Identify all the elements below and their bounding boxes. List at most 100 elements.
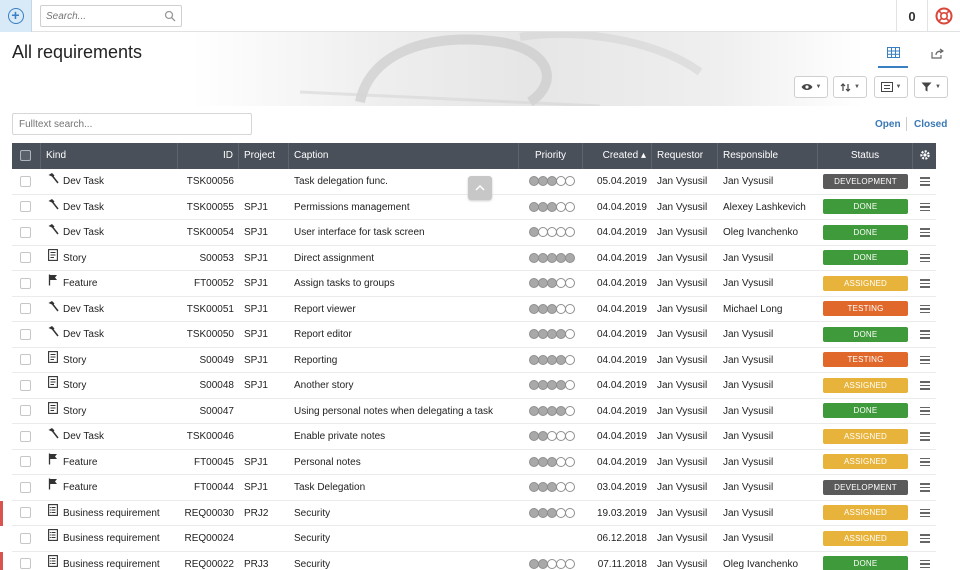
id-cell[interactable]: S00053 — [178, 246, 239, 271]
column-settings[interactable] — [913, 143, 936, 169]
caption-cell[interactable]: Report editor — [289, 322, 519, 347]
row-checkbox[interactable] — [20, 430, 31, 442]
column-caption[interactable]: Caption — [289, 143, 519, 169]
hamburger-menu-icon[interactable] — [919, 277, 930, 290]
row-checkbox[interactable] — [20, 507, 31, 519]
caption-cell[interactable]: Direct assignment — [289, 246, 519, 271]
row-checkbox[interactable] — [20, 558, 31, 570]
caption-cell[interactable]: Reporting — [289, 348, 519, 373]
caption-cell[interactable]: Another story — [289, 373, 519, 398]
table-row[interactable]: Business requirement REQ00024 Security 06.1… — [12, 526, 936, 552]
help-button[interactable] — [928, 0, 960, 32]
table-row[interactable]: Feature FT00044 SPJ1 Task Delegation 03.04.2… — [12, 475, 936, 501]
hamburger-menu-icon[interactable] — [919, 379, 930, 392]
row-checkbox[interactable] — [20, 532, 31, 544]
hamburger-menu-icon[interactable] — [919, 507, 930, 520]
scroll-to-top-button[interactable] — [468, 176, 492, 200]
column-project[interactable]: Project — [239, 143, 289, 169]
table-row[interactable]: Dev Task TSK00046 Enable private notes 04.0… — [12, 424, 936, 450]
filter-open-link[interactable]: Open — [875, 119, 901, 130]
hamburger-menu-icon[interactable] — [919, 226, 930, 239]
id-cell[interactable]: FT00045 — [178, 450, 239, 475]
row-checkbox[interactable] — [20, 456, 31, 468]
hamburger-menu-icon[interactable] — [919, 430, 930, 443]
id-cell[interactable]: REQ00022 — [178, 552, 239, 570]
table-row[interactable]: Feature FT00045 SPJ1 Personal notes 04.04.20… — [12, 449, 936, 475]
caption-cell[interactable]: Personal notes — [289, 450, 519, 475]
filter-closed-link[interactable]: Closed — [914, 119, 947, 130]
sort-button[interactable]: ▼ — [833, 76, 867, 98]
id-cell[interactable]: TSK00056 — [178, 169, 239, 194]
id-cell[interactable]: S00048 — [178, 373, 239, 398]
id-cell[interactable]: REQ00024 — [178, 526, 239, 551]
table-row[interactable]: Story S00047 Using personal notes when del… — [12, 398, 936, 424]
row-checkbox[interactable] — [20, 405, 31, 417]
notification-counter[interactable]: 0 — [896, 0, 928, 32]
id-cell[interactable]: TSK00055 — [178, 195, 239, 220]
table-row[interactable]: Story S00049 SPJ1 Reporting 04.04.2019 Jan Vy… — [12, 347, 936, 373]
column-id[interactable]: ID — [178, 143, 239, 169]
search-input[interactable] — [41, 6, 159, 26]
caption-cell[interactable]: User interface for task screen — [289, 220, 519, 245]
hamburger-menu-icon[interactable] — [919, 328, 930, 341]
column-status[interactable]: Status — [818, 143, 913, 169]
hamburger-menu-icon[interactable] — [919, 252, 930, 265]
hamburger-menu-icon[interactable] — [919, 456, 930, 469]
row-checkbox[interactable] — [20, 277, 31, 289]
column-created[interactable]: Created ▴ — [583, 143, 652, 169]
row-checkbox[interactable] — [20, 201, 31, 213]
filter-button[interactable]: ▼ — [914, 76, 948, 98]
table-row[interactable]: Dev Task TSK00054 SPJ1 User interface for t… — [12, 220, 936, 246]
id-cell[interactable]: S00047 — [178, 399, 239, 424]
hamburger-menu-icon[interactable] — [919, 532, 930, 545]
column-priority[interactable]: Priority — [519, 143, 583, 169]
hamburger-menu-icon[interactable] — [919, 354, 930, 367]
select-all-checkbox[interactable] — [20, 149, 31, 161]
id-cell[interactable]: TSK00051 — [178, 297, 239, 322]
table-row[interactable]: Dev Task TSK00051 SPJ1 Report viewer 04.04.2… — [12, 296, 936, 322]
caption-cell[interactable]: Report viewer — [289, 297, 519, 322]
layout-button[interactable]: ▼ — [874, 76, 908, 98]
row-checkbox[interactable] — [20, 328, 31, 340]
id-cell[interactable]: TSK00050 — [178, 322, 239, 347]
table-row[interactable]: Dev Task TSK00050 SPJ1 Report editor 04.04.2… — [12, 322, 936, 348]
hamburger-menu-icon[interactable] — [919, 201, 930, 214]
hamburger-menu-icon[interactable] — [919, 303, 930, 316]
hamburger-menu-icon[interactable] — [919, 481, 930, 494]
hamburger-menu-icon[interactable] — [919, 558, 930, 570]
caption-cell[interactable]: Security — [289, 501, 519, 526]
row-checkbox[interactable] — [20, 354, 31, 366]
column-kind[interactable]: Kind — [41, 143, 178, 169]
hamburger-menu-icon[interactable] — [919, 175, 930, 188]
row-checkbox[interactable] — [20, 226, 31, 238]
fulltext-search-input[interactable] — [12, 113, 252, 135]
search-icon[interactable] — [164, 10, 176, 22]
table-row[interactable]: Business requirement REQ00022 PRJ3 Security… — [0, 551, 936, 570]
id-cell[interactable]: TSK00054 — [178, 220, 239, 245]
id-cell[interactable]: FT00052 — [178, 271, 239, 296]
column-responsible[interactable]: Responsible — [718, 143, 818, 169]
table-row[interactable]: Story S00053 SPJ1 Direct assignment 04.04.20… — [12, 245, 936, 271]
id-cell[interactable]: S00049 — [178, 348, 239, 373]
row-checkbox[interactable] — [20, 303, 31, 315]
grid-view-button[interactable] — [878, 38, 908, 68]
row-checkbox[interactable] — [20, 175, 31, 187]
id-cell[interactable]: TSK00046 — [178, 424, 239, 449]
id-cell[interactable]: FT00044 — [178, 475, 239, 500]
caption-cell[interactable]: Security — [289, 526, 519, 551]
table-row[interactable]: Business requirement REQ00030 PRJ2 Security… — [0, 500, 936, 526]
caption-cell[interactable]: Security — [289, 552, 519, 570]
row-checkbox[interactable] — [20, 481, 31, 493]
row-checkbox[interactable] — [20, 379, 31, 391]
caption-cell[interactable]: Assign tasks to groups — [289, 271, 519, 296]
column-requestor[interactable]: Requestor — [652, 143, 718, 169]
table-row[interactable]: Feature FT00052 SPJ1 Assign tasks to groups… — [12, 271, 936, 297]
visibility-button[interactable]: ▼ — [794, 76, 828, 98]
row-checkbox[interactable] — [20, 252, 31, 264]
export-button[interactable] — [922, 38, 952, 68]
caption-cell[interactable]: Task Delegation — [289, 475, 519, 500]
table-row[interactable]: Story S00048 SPJ1 Another story 04.04.2019 Ja… — [12, 373, 936, 399]
add-button[interactable]: + — [0, 0, 32, 32]
caption-cell[interactable]: Enable private notes — [289, 424, 519, 449]
hamburger-menu-icon[interactable] — [919, 405, 930, 418]
